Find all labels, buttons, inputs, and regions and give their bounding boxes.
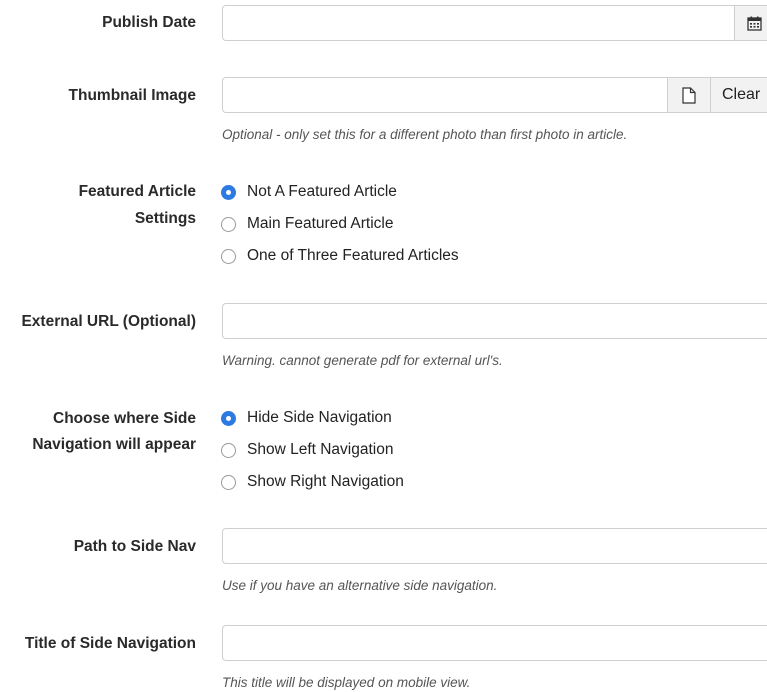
side-nav-path-help-text: Use if you have an alternative side navi… xyxy=(222,578,498,593)
external-url-help-text: Warning. cannot generate pdf for externa… xyxy=(222,353,503,368)
side-nav-title-input[interactable] xyxy=(222,625,767,661)
radio-label: Not A Featured Article xyxy=(247,183,397,200)
featured-article-label-line2: Settings xyxy=(134,210,196,227)
radio-unchecked-icon[interactable] xyxy=(221,248,236,264)
publish-date-calendar-button[interactable] xyxy=(734,6,767,40)
featured-article-label-line1: Featured Article xyxy=(78,183,196,200)
calendar-icon xyxy=(747,16,762,31)
thumbnail-help-text: Optional - only set this for a different… xyxy=(222,127,628,142)
featured-option-main[interactable]: Main Featured Article xyxy=(220,213,393,235)
radio-label: Hide Side Navigation xyxy=(247,409,392,426)
external-url-input[interactable] xyxy=(222,303,767,339)
external-url-label: External URL (Optional) xyxy=(21,313,196,330)
side-nav-option-right[interactable]: Show Right Navigation xyxy=(220,471,404,493)
thumbnail-image-input[interactable]: Clear xyxy=(222,77,767,113)
side-nav-title-help-text: This title will be displayed on mobile v… xyxy=(222,675,471,690)
radio-label: Show Right Navigation xyxy=(247,473,404,490)
side-nav-option-hide[interactable]: Hide Side Navigation xyxy=(220,407,392,429)
side-nav-option-left[interactable]: Show Left Navigation xyxy=(220,439,393,461)
radio-label: Main Featured Article xyxy=(247,215,394,232)
thumbnail-image-label: Thumbnail Image xyxy=(68,87,196,104)
thumbnail-clear-button[interactable]: Clear xyxy=(710,78,767,112)
radio-label: One of Three Featured Articles xyxy=(247,247,459,264)
side-nav-position-label-line1: Choose where Side xyxy=(53,410,196,427)
side-nav-position-label-line2: Navigation will appear xyxy=(32,436,196,453)
side-nav-path-input[interactable] xyxy=(222,528,767,564)
side-nav-title-label: Title of Side Navigation xyxy=(24,635,196,652)
radio-label: Show Left Navigation xyxy=(247,441,394,458)
side-nav-path-label: Path to Side Nav xyxy=(73,538,196,555)
publish-date-input[interactable] xyxy=(222,5,767,41)
radio-unchecked-icon[interactable] xyxy=(221,442,236,458)
radio-unchecked-icon[interactable] xyxy=(221,474,236,490)
publish-date-label: Publish Date xyxy=(102,14,196,31)
radio-checked-icon[interactable] xyxy=(221,184,236,200)
featured-option-not-featured[interactable]: Not A Featured Article xyxy=(220,181,397,203)
thumbnail-browse-button[interactable] xyxy=(667,78,710,112)
radio-checked-icon[interactable] xyxy=(221,410,236,426)
file-icon xyxy=(682,86,696,104)
radio-unchecked-icon[interactable] xyxy=(221,216,236,232)
featured-option-one-of-three[interactable]: One of Three Featured Articles xyxy=(220,245,459,267)
